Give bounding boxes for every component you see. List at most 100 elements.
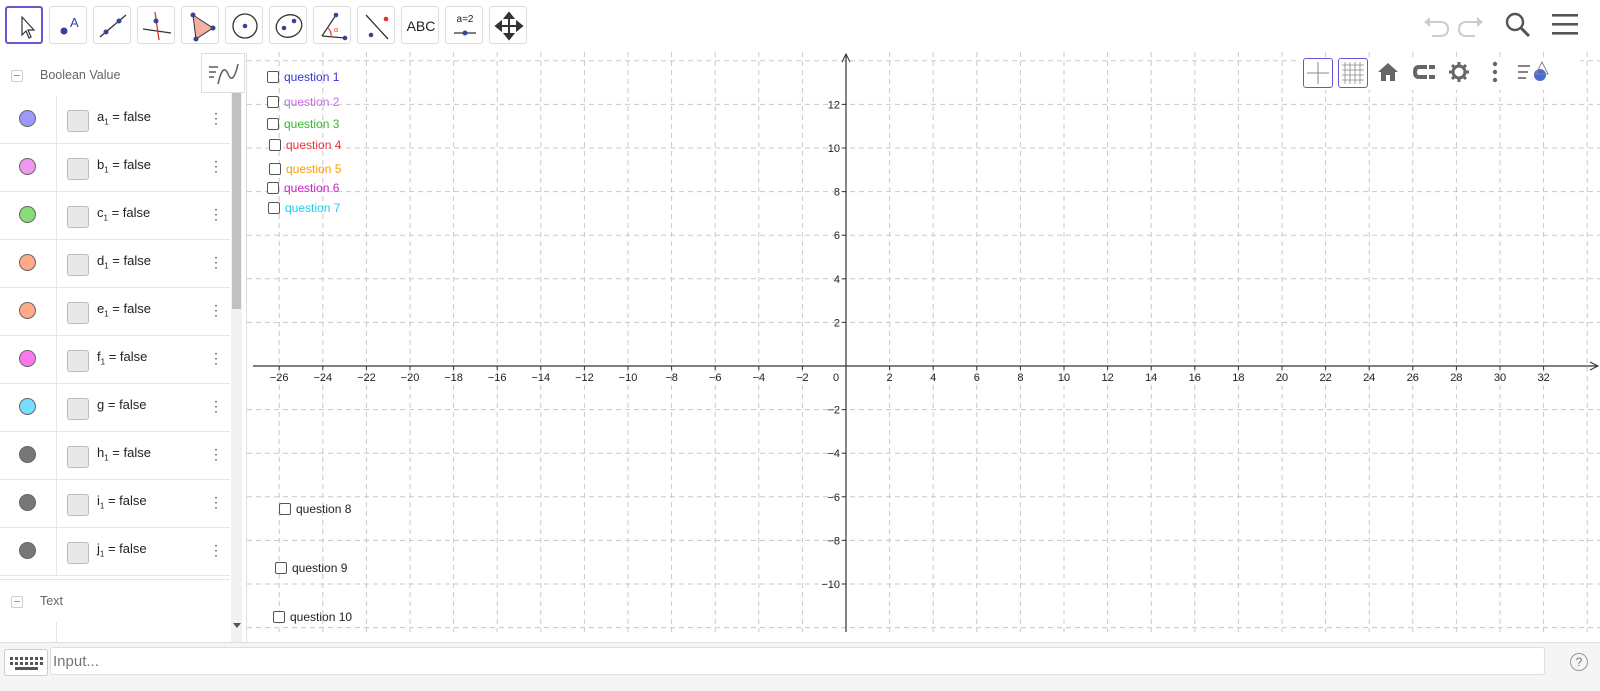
checkbox-box[interactable] xyxy=(267,118,279,130)
algebra-row[interactable]: g = false ⋮ xyxy=(0,384,230,432)
polygon-tool[interactable] xyxy=(181,6,219,44)
boolean-checkbox[interactable] xyxy=(67,494,89,516)
visibility-marble[interactable] xyxy=(19,302,36,319)
boolean-checkbox[interactable] xyxy=(67,350,89,372)
visibility-marble-cell[interactable] xyxy=(0,336,57,383)
grid-toggle[interactable] xyxy=(1338,58,1368,88)
visibility-marble-cell[interactable] xyxy=(0,384,57,431)
visibility-marble-cell[interactable] xyxy=(0,96,57,143)
row-more-icon[interactable]: ⋮ xyxy=(209,206,223,223)
algebra-scrollbar[interactable] xyxy=(231,93,242,643)
row-more-icon[interactable]: ⋮ xyxy=(209,158,223,175)
visibility-marble[interactable] xyxy=(19,110,36,127)
question-checkbox[interactable]: question 8 xyxy=(279,502,351,516)
boolean-checkbox[interactable] xyxy=(67,110,89,132)
algebra-style-toggle[interactable] xyxy=(201,53,245,93)
boolean-checkbox[interactable] xyxy=(67,398,89,420)
move-graphics-view-tool[interactable] xyxy=(489,6,527,44)
checkbox-box[interactable] xyxy=(279,503,291,515)
move-tool[interactable] xyxy=(5,6,43,44)
question-checkbox[interactable]: question 2 xyxy=(267,95,339,109)
boolean-checkbox[interactable] xyxy=(67,254,89,276)
question-checkbox[interactable]: question 9 xyxy=(275,561,347,575)
line-tool[interactable] xyxy=(93,6,131,44)
row-definition[interactable]: c1 = false xyxy=(97,205,150,223)
question-checkbox[interactable]: question 7 xyxy=(268,201,340,215)
row-definition[interactable]: h1 = false xyxy=(97,445,151,463)
boolean-checkbox[interactable] xyxy=(67,302,89,324)
visibility-marble-cell[interactable] xyxy=(0,528,57,575)
row-more-icon[interactable]: ⋮ xyxy=(209,398,223,415)
algebra-row[interactable]: j1 = false ⋮ xyxy=(0,528,230,576)
algebra-row[interactable]: h1 = false ⋮ xyxy=(0,432,230,480)
row-more-icon[interactable]: ⋮ xyxy=(209,110,223,127)
checkbox-box[interactable] xyxy=(269,139,281,151)
visibility-marble[interactable] xyxy=(19,398,36,415)
point-tool[interactable]: A xyxy=(49,6,87,44)
row-more-icon[interactable]: ⋮ xyxy=(209,302,223,319)
graphics-settings-button[interactable] xyxy=(1445,58,1475,88)
input-field[interactable] xyxy=(50,647,1545,675)
checkbox-box[interactable] xyxy=(267,182,279,194)
algebra-row[interactable]: b1 = false ⋮ xyxy=(0,144,230,192)
visibility-marble[interactable] xyxy=(19,542,36,559)
question-checkbox[interactable]: question 3 xyxy=(267,117,339,131)
row-definition[interactable]: j1 = false xyxy=(97,541,147,559)
scroll-down-icon[interactable] xyxy=(233,621,241,629)
point-capturing-button[interactable] xyxy=(1409,58,1439,88)
boolean-checkbox[interactable] xyxy=(67,446,89,468)
row-more-icon[interactable]: ⋮ xyxy=(209,350,223,367)
boolean-checkbox[interactable] xyxy=(67,206,89,228)
text-tool[interactable]: ABC xyxy=(401,6,439,44)
algebra-row[interactable]: d1 = false ⋮ xyxy=(0,240,230,288)
checkbox-box[interactable] xyxy=(269,163,281,175)
collapse-icon[interactable] xyxy=(11,596,23,608)
row-more-icon[interactable]: ⋮ xyxy=(209,446,223,463)
algebra-row[interactable]: i1 = false ⋮ xyxy=(0,480,230,528)
virtual-keyboard-button[interactable] xyxy=(4,649,48,676)
checkbox-box[interactable] xyxy=(273,611,285,623)
group-boolean-value[interactable]: Boolean Value xyxy=(0,54,230,98)
visibility-marble-cell[interactable] xyxy=(0,240,57,287)
checkbox-box[interactable] xyxy=(275,562,287,574)
visibility-marble-cell[interactable] xyxy=(0,288,57,335)
row-definition[interactable]: e1 = false xyxy=(97,301,151,319)
standard-view-button[interactable] xyxy=(1374,58,1404,88)
row-definition[interactable]: g = false xyxy=(97,397,147,415)
circle-tool[interactable] xyxy=(225,6,263,44)
visibility-marble[interactable] xyxy=(19,206,36,223)
row-definition[interactable]: a1 = false xyxy=(97,109,151,127)
checkbox-box[interactable] xyxy=(267,71,279,83)
axes-toggle[interactable] xyxy=(1303,58,1333,88)
group-text[interactable]: Text xyxy=(0,579,230,624)
question-checkbox[interactable]: question 10 xyxy=(273,610,352,624)
question-checkbox[interactable]: question 5 xyxy=(269,162,341,176)
algebra-row[interactable]: f1 = false ⋮ xyxy=(0,336,230,384)
visibility-marble[interactable] xyxy=(19,350,36,367)
visibility-marble[interactable] xyxy=(19,494,36,511)
more-options-button[interactable] xyxy=(1481,58,1511,88)
row-more-icon[interactable]: ⋮ xyxy=(209,542,223,559)
graphics-style-toggle[interactable] xyxy=(1514,58,1554,88)
boolean-checkbox[interactable] xyxy=(67,542,89,564)
perpendicular-line-tool[interactable] xyxy=(137,6,175,44)
coordinate-grid[interactable]: −26 −24 −22 −20 −18 −16 −14 −12 −10 −8 −6 −4 −2 0 2 4 6 8… xyxy=(247,52,1600,632)
menu-icon[interactable] xyxy=(1549,10,1581,40)
visibility-marble-cell[interactable] xyxy=(0,432,57,479)
row-definition[interactable]: d1 = false xyxy=(97,253,151,271)
reflect-tool[interactable] xyxy=(357,6,395,44)
question-checkbox[interactable]: question 6 xyxy=(267,181,339,195)
row-definition[interactable]: b1 = false xyxy=(97,157,151,175)
boolean-checkbox[interactable] xyxy=(67,158,89,180)
row-more-icon[interactable]: ⋮ xyxy=(209,254,223,271)
visibility-marble-cell[interactable] xyxy=(0,192,57,239)
undo-icon[interactable] xyxy=(1420,10,1452,40)
redo-icon[interactable] xyxy=(1455,10,1487,40)
graphics-view[interactable]: −26 −24 −22 −20 −18 −16 −14 −12 −10 −8 −6 −4 −2 0 2 4 6 8… xyxy=(247,52,1600,632)
collapse-icon[interactable] xyxy=(11,70,23,82)
algebra-row[interactable]: a1 = false ⋮ xyxy=(0,96,230,144)
visibility-marble[interactable] xyxy=(19,158,36,175)
angle-tool[interactable]: α xyxy=(313,6,351,44)
row-definition[interactable]: i1 = false xyxy=(97,493,147,511)
row-definition[interactable]: f1 = false xyxy=(97,349,147,367)
